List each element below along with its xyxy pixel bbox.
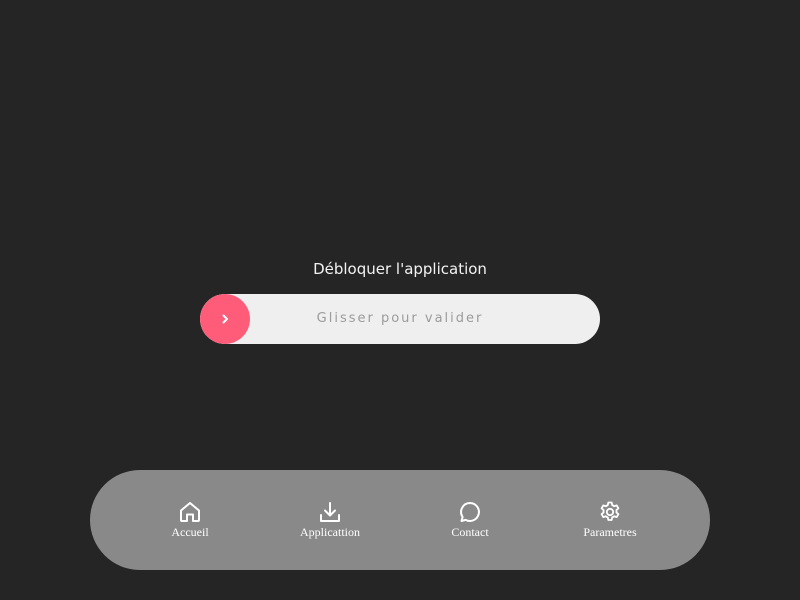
- nav-label-contact: Contact: [451, 525, 489, 539]
- nav-label-accueil: Accueil: [171, 525, 209, 539]
- chat-bubble-icon: [460, 502, 480, 522]
- chevron-right-icon: [222, 314, 228, 324]
- slider-hint-text: Glisser pour valider: [316, 311, 484, 326]
- gear-icon: [600, 501, 620, 521]
- home-icon: [180, 502, 200, 522]
- nav-label-parametres: Parametres: [583, 525, 637, 539]
- bottom-navbar: Accueil Applicattion Contact Parametres: [90, 470, 710, 570]
- download-icon: [320, 502, 340, 522]
- nav-item-application[interactable]: Applicattion: [270, 500, 390, 544]
- slider-knob[interactable]: [200, 294, 250, 344]
- nav-label-application: Applicattion: [300, 525, 360, 539]
- nav-item-parametres[interactable]: Parametres: [550, 500, 670, 544]
- nav-item-accueil[interactable]: Accueil: [130, 500, 250, 544]
- nav-item-contact[interactable]: Contact: [410, 500, 530, 544]
- unlock-slider[interactable]: Glisser pour valider: [200, 294, 600, 344]
- unlock-title: Débloquer l'application: [313, 260, 487, 278]
